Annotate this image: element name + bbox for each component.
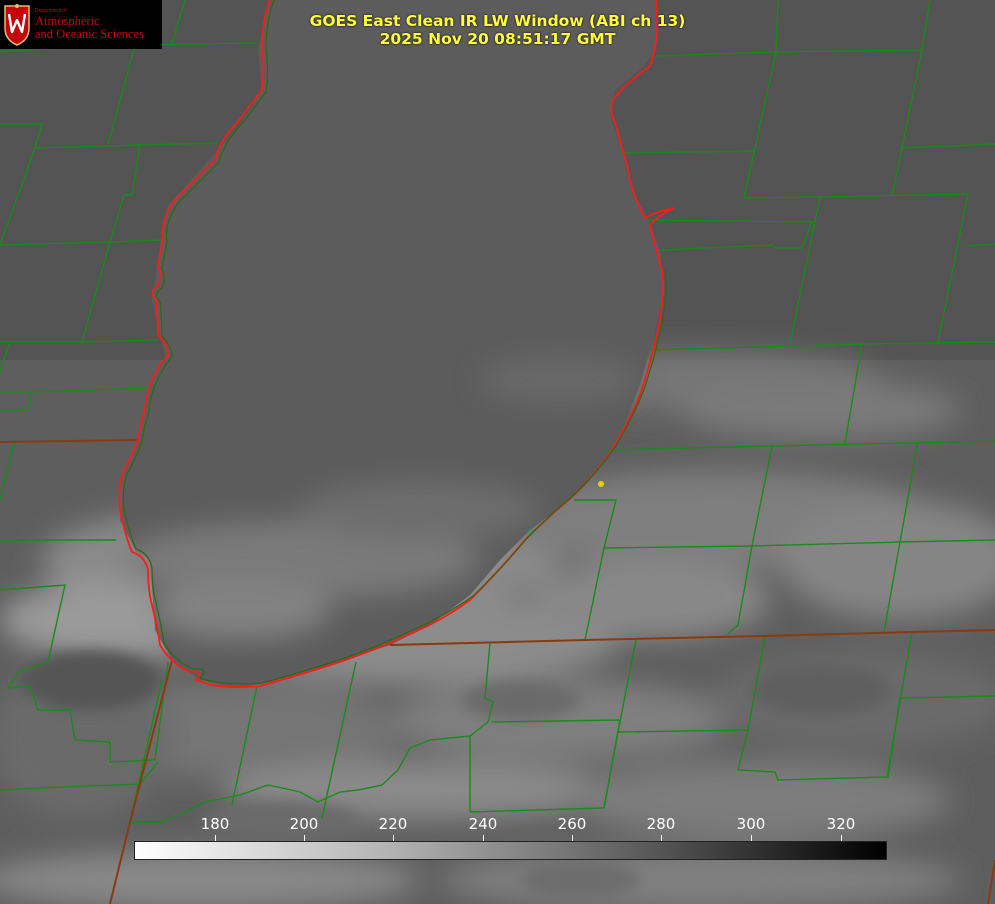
location-marker	[598, 481, 604, 487]
colorbar-tick-label: 300	[736, 815, 766, 833]
colorbar-tick-label: 320	[826, 815, 856, 833]
satellite-map	[0, 0, 995, 904]
colorbar-tick-label: 180	[200, 815, 230, 833]
temperature-colorbar	[134, 841, 887, 860]
colorbar-tick-label: 220	[378, 815, 408, 833]
image-timestamp: 2025 Nov 20 08:51:17 GMT	[379, 30, 616, 48]
satellite-image-view: Department of Atmospheric and Oceanic Sc…	[0, 0, 995, 904]
colorbar-tick-label: 280	[646, 815, 676, 833]
colorbar-tick-label: 260	[557, 815, 587, 833]
colorbar-tick-label: 240	[468, 815, 498, 833]
image-title: GOES East Clean IR LW Window (ABI ch 13)	[309, 12, 686, 30]
colorbar-tick-label: 200	[289, 815, 319, 833]
